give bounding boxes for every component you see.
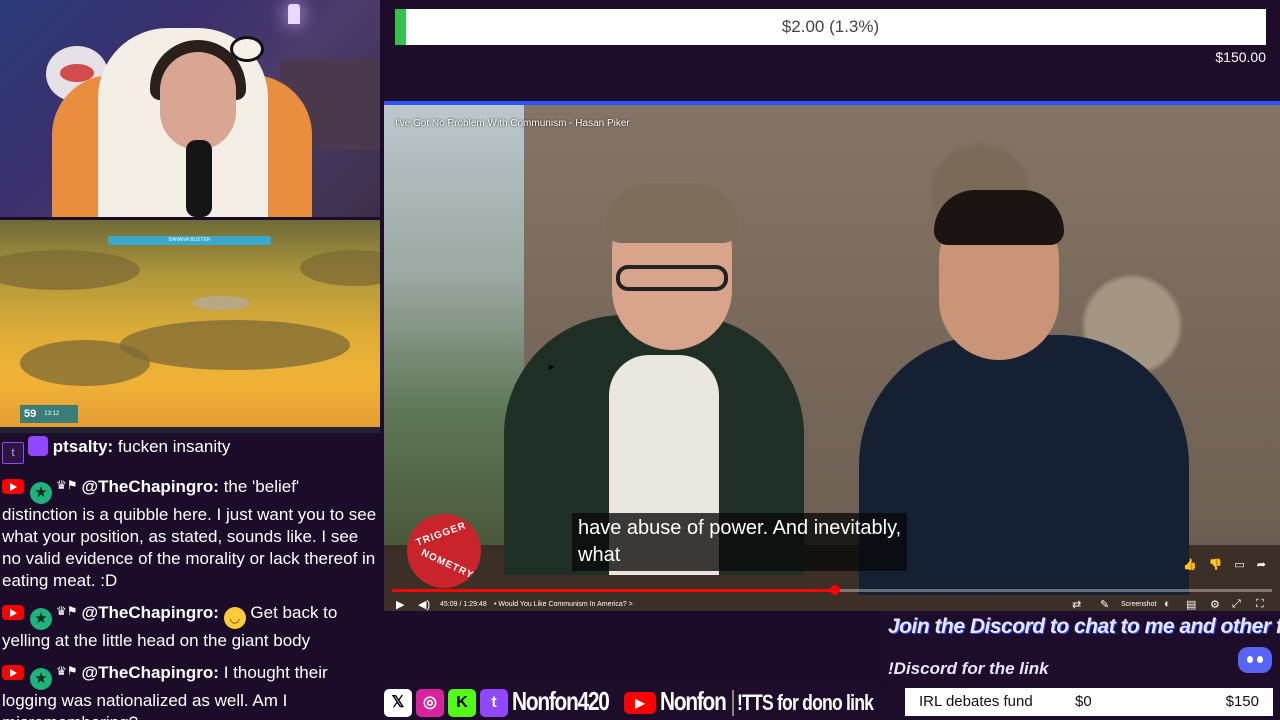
- video-title[interactable]: I've Got No Problem With Communism - Has…: [395, 118, 630, 129]
- twitch-icon: t: [480, 689, 508, 717]
- person-left-hair: [606, 183, 738, 243]
- star-badge-icon: ★: [30, 668, 52, 690]
- person-right: [859, 335, 1189, 595]
- subtitle-line: have abuse of power. And inevitably,: [578, 517, 902, 539]
- x-icon: 𝕏: [384, 689, 412, 717]
- logo-text-top: TRIGGER: [414, 520, 468, 549]
- chat-username: @TheChapingro:: [81, 603, 219, 622]
- logo-text-bottom: NOMETRY: [419, 547, 476, 582]
- divider: [732, 690, 734, 716]
- chat-text: fucken insanity: [113, 437, 231, 456]
- laughing-emoji-icon: ◡: [223, 607, 246, 629]
- discord-promo: Join the Discord to chat to me and other…: [884, 613, 1280, 685]
- subtitles-icon[interactable]: ▤: [1186, 598, 1196, 611]
- game-capture: BANANA BUSTER 59 13:12: [0, 220, 380, 433]
- youtube-icon: [2, 479, 24, 494]
- cloud: [300, 250, 380, 286]
- channel-logo: TRIGGER NOMETRY: [407, 514, 481, 588]
- like-icon[interactable]: 👍: [1183, 559, 1197, 571]
- subscriber-badge-icon: [28, 436, 48, 456]
- seek-bar[interactable]: [392, 585, 1272, 595]
- youtube-handle: Nonfon: [660, 686, 727, 716]
- mouse-cursor-icon: ➤: [547, 362, 555, 372]
- discord-icon: [1238, 647, 1272, 673]
- chat-message: ★ ♛⚑ @TheChapingro: I thought their loggin…: [0, 660, 380, 720]
- goal-label: $2.00 (1.3%): [781, 17, 880, 36]
- member-badge-icon: ♛⚑: [56, 478, 78, 492]
- youtube-icon: ▶: [624, 692, 656, 714]
- subtitle-line: what: [578, 544, 621, 566]
- dislike-icon[interactable]: 👎: [1209, 559, 1223, 571]
- screenshot-button[interactable]: Screenshot: [1121, 601, 1156, 608]
- cloud: [20, 340, 150, 386]
- youtube-icon: [2, 665, 24, 680]
- twitch-handle: Nonfon420: [512, 686, 610, 716]
- cloud: [120, 320, 350, 370]
- hud-time: 13:12: [44, 411, 60, 417]
- chapter-title[interactable]: • Would You Like Communism In America? >: [494, 601, 633, 608]
- play-icon[interactable]: ▶: [396, 598, 404, 611]
- tts-command: !TTS for dono link: [737, 690, 874, 715]
- member-badge-icon: ♛⚑: [56, 664, 78, 678]
- comment-icon[interactable]: ▭: [1234, 559, 1244, 571]
- cloud: [0, 250, 140, 290]
- airship: [192, 296, 250, 310]
- donation-goal: $2.00 (1.3%) $150.00: [384, 0, 1280, 100]
- video-player[interactable]: I've Got No Problem With Communism - Has…: [384, 101, 1280, 611]
- chat-message: ★ ♛⚑ @TheChapingro: the 'belief' distincti…: [0, 474, 380, 592]
- youtube-icon: [2, 605, 24, 620]
- loop-icon[interactable]: ⇄: [1072, 598, 1081, 611]
- subtitles: have abuse of power. And inevitably, wha…: [572, 513, 908, 571]
- chat-username: @TheChapingro:: [81, 477, 219, 496]
- settings-gear-icon[interactable]: ⚙: [1210, 598, 1220, 611]
- seek-bar-fill: [392, 589, 835, 592]
- star-badge-icon: ★: [30, 608, 52, 630]
- chat-message: t ptsalty: fucken insanity: [0, 436, 380, 464]
- fund-goal: IRL debates fund $0 $150: [905, 688, 1273, 716]
- instagram-icon: ◎: [416, 689, 444, 717]
- kick-icon: K: [448, 689, 476, 717]
- member-badge-icon: ♛⚑: [56, 604, 78, 618]
- game-hud: 59 13:12: [20, 405, 78, 423]
- chat-message: ★ ♛⚑ @TheChapingro: ◡ Get back to yelling …: [0, 600, 380, 652]
- game-title-bar: BANANA BUSTER: [108, 236, 271, 245]
- webcam-feed: [0, 0, 380, 217]
- fund-current: $0: [1075, 693, 1092, 710]
- time-display: 45:09 / 1:29:48: [440, 601, 487, 608]
- hud-value: 59: [24, 408, 37, 420]
- glasses: [616, 265, 728, 291]
- share-icon[interactable]: ➦: [1257, 559, 1266, 571]
- twitch-icon: t: [2, 442, 24, 464]
- fund-target: $150: [1225, 693, 1259, 710]
- streamer-face: [160, 52, 236, 150]
- miniplayer-icon[interactable]: ⤢: [1232, 598, 1241, 611]
- chat-username: ptsalty:: [52, 437, 114, 456]
- goal-progress-bar: $2.00 (1.3%): [395, 9, 1266, 45]
- lamp: [288, 4, 300, 24]
- person-right-hair: [934, 190, 1064, 245]
- fund-name: IRL debates fund: [919, 693, 1033, 710]
- microphone: [186, 140, 212, 217]
- taskbar: [0, 427, 380, 433]
- toggle-icon[interactable]: ◐: [1164, 598, 1171, 610]
- discord-command: !Discord for the link: [888, 659, 1049, 678]
- pen-icon[interactable]: ✎: [1100, 598, 1109, 611]
- video-actions: 👍 👎 ▭ ➦: [1171, 558, 1266, 571]
- volume-icon[interactable]: ◀): [418, 598, 430, 611]
- player-controls: ▶ ◀) 45:09 / 1:29:48 • Would You Like Co…: [384, 595, 1280, 611]
- seek-handle[interactable]: [829, 585, 840, 595]
- star-badge-icon: ★: [30, 482, 52, 504]
- fullscreen-icon[interactable]: ⛶: [1256, 598, 1264, 611]
- chat-username: @TheChapingro:: [81, 663, 219, 682]
- goal-target: $150.00: [1215, 49, 1266, 65]
- social-bar: 𝕏 ◎ K t Nonfon420 ▶ Nonfon !TTS for dono…: [384, 686, 1280, 720]
- chat-panel: t ptsalty: fucken insanity ★ ♛⚑ @TheChapin…: [0, 436, 380, 720]
- discord-title: Join the Discord to chat to me and other…: [888, 615, 1280, 638]
